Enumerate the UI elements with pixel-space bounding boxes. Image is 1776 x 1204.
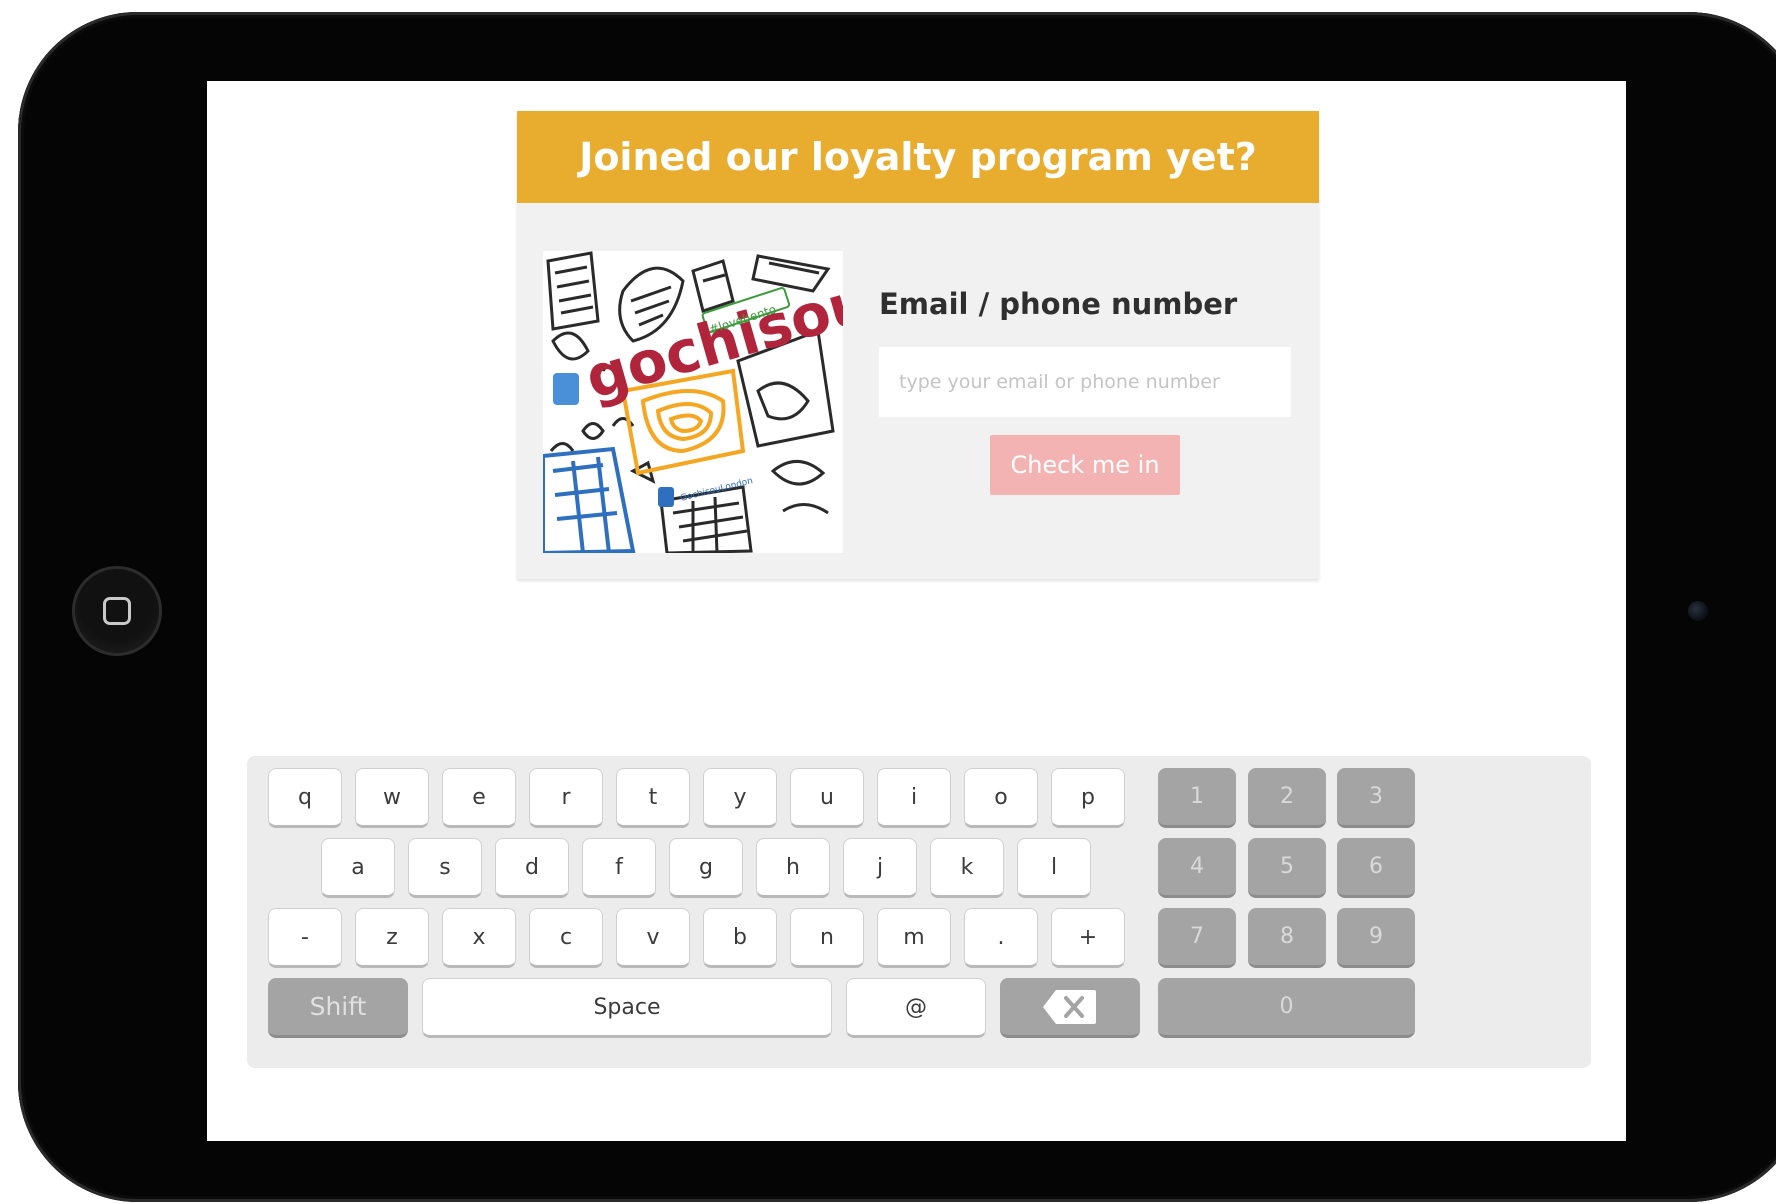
key-g[interactable]: g xyxy=(669,838,743,898)
key-2[interactable]: 2 xyxy=(1248,768,1326,828)
key-n[interactable]: n xyxy=(790,908,864,968)
key-plus[interactable]: + xyxy=(1051,908,1125,968)
key-w[interactable]: w xyxy=(355,768,429,828)
backspace-key[interactable] xyxy=(1000,978,1140,1038)
key-h[interactable]: h xyxy=(756,838,830,898)
key-y[interactable]: y xyxy=(703,768,777,828)
key-d[interactable]: d xyxy=(495,838,569,898)
key-x[interactable]: x xyxy=(442,908,516,968)
front-camera xyxy=(1688,601,1708,621)
key-i[interactable]: i xyxy=(877,768,951,828)
key-j[interactable]: j xyxy=(843,838,917,898)
email-phone-input[interactable] xyxy=(879,347,1291,417)
key-r[interactable]: r xyxy=(529,768,603,828)
key-period[interactable]: . xyxy=(964,908,1038,968)
loyalty-card: Joined our loyalty program yet? gochisou… xyxy=(517,111,1319,579)
key-t[interactable]: t xyxy=(616,768,690,828)
email-phone-label: Email / phone number xyxy=(879,287,1238,321)
key-9[interactable]: 9 xyxy=(1337,908,1415,968)
key-0[interactable]: 0 xyxy=(1158,978,1415,1038)
home-button[interactable] xyxy=(72,566,162,656)
key-z[interactable]: z xyxy=(355,908,429,968)
at-key[interactable]: @ xyxy=(846,978,986,1038)
key-e[interactable]: e xyxy=(442,768,516,828)
key-4[interactable]: 4 xyxy=(1158,838,1236,898)
key-q[interactable]: q xyxy=(268,768,342,828)
key-c[interactable]: c xyxy=(529,908,603,968)
space-key[interactable]: Space xyxy=(422,978,832,1038)
key-p[interactable]: p xyxy=(1051,768,1125,828)
card-header: Joined our loyalty program yet? xyxy=(517,111,1319,203)
promo-image: gochisou #lovebento GochisouLondon xyxy=(543,251,843,553)
card-title: Joined our loyalty program yet? xyxy=(579,135,1257,179)
key-5[interactable]: 5 xyxy=(1248,838,1326,898)
key-a[interactable]: a xyxy=(321,838,395,898)
food-doodle-illustration: gochisou #lovebento GochisouLondon xyxy=(543,251,843,553)
key-u[interactable]: u xyxy=(790,768,864,828)
home-square-icon xyxy=(103,597,131,625)
key-v[interactable]: v xyxy=(616,908,690,968)
key-s[interactable]: s xyxy=(408,838,482,898)
key-m[interactable]: m xyxy=(877,908,951,968)
backspace-icon xyxy=(1042,988,1098,1026)
key-k[interactable]: k xyxy=(930,838,1004,898)
key-3[interactable]: 3 xyxy=(1337,768,1415,828)
check-in-button[interactable]: Check me in xyxy=(990,435,1180,495)
tablet-screen: Joined our loyalty program yet? gochisou… xyxy=(207,81,1626,1141)
key-6[interactable]: 6 xyxy=(1337,838,1415,898)
onscreen-keyboard: q w e r t y u i o p a s d f g h j k l - … xyxy=(247,756,1591,1068)
key-f[interactable]: f xyxy=(582,838,656,898)
key-8[interactable]: 8 xyxy=(1248,908,1326,968)
key-o[interactable]: o xyxy=(964,768,1038,828)
key-7[interactable]: 7 xyxy=(1158,908,1236,968)
key-hyphen[interactable]: - xyxy=(268,908,342,968)
key-1[interactable]: 1 xyxy=(1158,768,1236,828)
key-b[interactable]: b xyxy=(703,908,777,968)
key-l[interactable]: l xyxy=(1017,838,1091,898)
shift-key[interactable]: Shift xyxy=(268,978,408,1038)
